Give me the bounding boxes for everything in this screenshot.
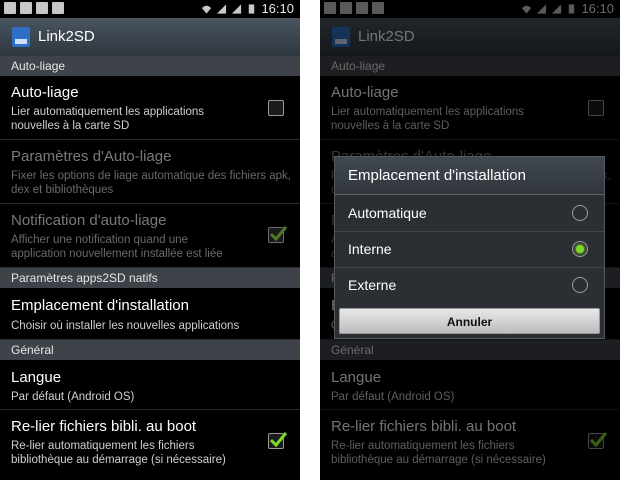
pref-auto-link[interactable]: Auto-liage Lier automatiquement les appl… xyxy=(0,76,300,140)
option-interne[interactable]: Interne xyxy=(335,232,604,268)
signal-icon xyxy=(217,3,227,14)
pref-title: Auto-liage xyxy=(11,84,79,101)
battery-icon xyxy=(249,3,255,14)
wifi-icon xyxy=(202,5,212,14)
section-header-auto-link: Auto-liage xyxy=(0,56,300,76)
auto-link-notification-checkbox xyxy=(268,226,288,243)
radio-interne[interactable] xyxy=(572,241,588,257)
pref-title: Paramètres d'Auto-liage xyxy=(11,148,172,165)
option-automatique[interactable]: Automatique xyxy=(335,196,604,232)
check-icon xyxy=(269,432,288,448)
pref-summary: Fixer les options de liage automatique d… xyxy=(11,170,291,196)
pref-summary: Choisir où installer les nouvelles appli… xyxy=(11,320,240,332)
pref-relink-boot[interactable]: Re-lier fichiers bibli. au boot Re-lier … xyxy=(0,410,300,480)
option-label: Externe xyxy=(348,277,397,293)
section-header-general: Général xyxy=(0,340,300,360)
app-title-bar: Link2SD xyxy=(0,18,300,57)
link2sd-app-icon xyxy=(12,27,30,47)
pref-install-location[interactable]: Emplacement d'installation Choisir où in… xyxy=(0,288,300,340)
pref-auto-link-notification: Notification d'auto-liage Afficher une n… xyxy=(0,204,300,268)
usb-icon xyxy=(4,2,16,14)
option-label: Interne xyxy=(348,241,392,257)
pref-title: Re-lier fichiers bibli. au boot xyxy=(11,418,197,435)
sd-card-icon xyxy=(20,2,32,14)
email-icon xyxy=(52,2,64,14)
radio-externe[interactable] xyxy=(572,277,588,293)
install-location-dialog: Emplacement d'installation Automatique I… xyxy=(334,156,605,339)
pref-language[interactable]: Langue Par défaut (Android OS) xyxy=(0,360,300,410)
pref-title: Langue xyxy=(11,369,62,386)
relink-boot-checkbox[interactable] xyxy=(268,432,288,449)
pref-summary: Lier automatiquement les applications no… xyxy=(11,106,205,132)
pref-auto-link-settings: Paramètres d'Auto-liage Fixer les option… xyxy=(0,140,300,204)
app-title: Link2SD xyxy=(38,28,95,45)
dialog-title: Emplacement d'installation xyxy=(335,157,604,195)
pref-summary: Re-lier automatiquement les fichiers bib… xyxy=(11,440,226,466)
option-label: Automatique xyxy=(348,205,427,221)
radio-automatique[interactable] xyxy=(572,205,588,221)
image-icon xyxy=(36,2,48,14)
auto-link-checkbox[interactable] xyxy=(268,100,284,116)
status-bar: 16:10 xyxy=(0,0,300,18)
check-icon xyxy=(269,226,288,242)
status-time: 16:10 xyxy=(261,1,294,16)
pref-summary: Afficher une notification quand une appl… xyxy=(11,234,223,260)
section-header-native-a2sd: Paramètres apps2SD natifs xyxy=(0,268,300,288)
right-screen: 16:10 Link2SD Auto-liage Auto-liage Lier… xyxy=(320,0,620,480)
option-externe[interactable]: Externe xyxy=(335,268,604,304)
pref-summary: Par défaut (Android OS) xyxy=(11,391,135,403)
left-screen: 16:10 Link2SD Auto-liage Auto-liage Lier… xyxy=(0,0,300,480)
signal-icon-2 xyxy=(232,3,242,14)
pref-title: Emplacement d'installation xyxy=(11,297,189,314)
cancel-button[interactable]: Annuler xyxy=(339,308,600,334)
pref-title: Notification d'auto-liage xyxy=(11,212,167,229)
